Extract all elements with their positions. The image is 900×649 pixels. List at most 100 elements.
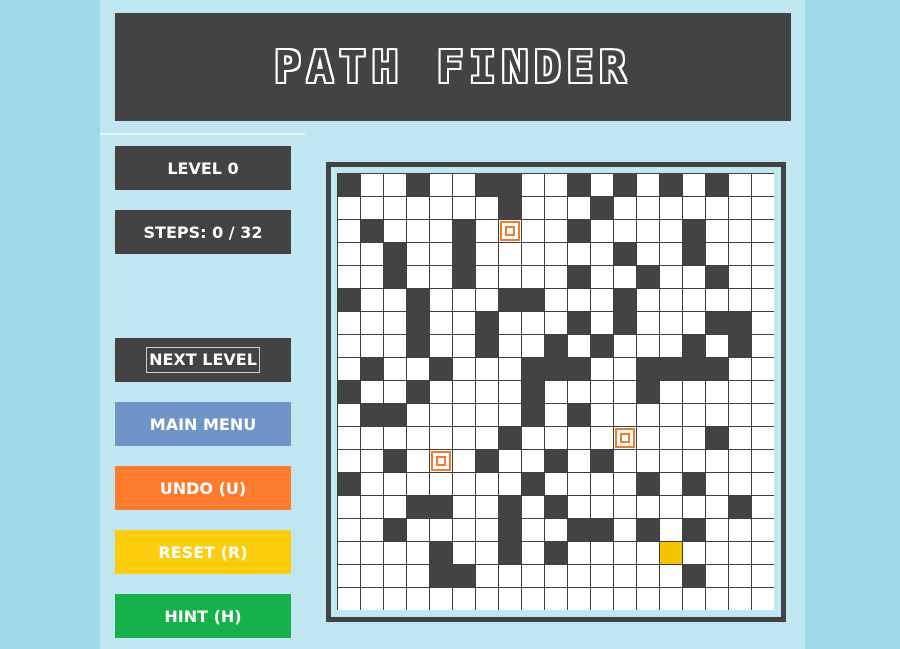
empty-cell[interactable] <box>522 174 544 196</box>
empty-cell[interactable] <box>338 358 360 380</box>
empty-cell[interactable] <box>706 496 728 518</box>
empty-cell[interactable] <box>752 519 774 541</box>
empty-cell[interactable] <box>660 404 682 426</box>
wall-cell[interactable] <box>729 496 751 518</box>
empty-cell[interactable] <box>338 220 360 242</box>
wall-cell[interactable] <box>499 197 521 219</box>
empty-cell[interactable] <box>591 565 613 587</box>
empty-cell[interactable] <box>453 519 475 541</box>
wall-cell[interactable] <box>453 565 475 587</box>
empty-cell[interactable] <box>591 289 613 311</box>
empty-cell[interactable] <box>568 381 590 403</box>
empty-cell[interactable] <box>407 427 429 449</box>
empty-cell[interactable] <box>752 335 774 357</box>
wall-cell[interactable] <box>683 358 705 380</box>
empty-cell[interactable] <box>453 358 475 380</box>
wall-cell[interactable] <box>499 519 521 541</box>
empty-cell[interactable] <box>453 588 475 610</box>
empty-cell[interactable] <box>384 381 406 403</box>
empty-cell[interactable] <box>545 519 567 541</box>
empty-cell[interactable] <box>522 519 544 541</box>
empty-cell[interactable] <box>637 450 659 472</box>
wall-cell[interactable] <box>614 312 636 334</box>
empty-cell[interactable] <box>430 335 452 357</box>
empty-cell[interactable] <box>729 266 751 288</box>
empty-cell[interactable] <box>361 197 383 219</box>
empty-cell[interactable] <box>384 289 406 311</box>
empty-cell[interactable] <box>591 266 613 288</box>
empty-cell[interactable] <box>476 358 498 380</box>
wall-cell[interactable] <box>453 243 475 265</box>
wall-cell[interactable] <box>614 243 636 265</box>
empty-cell[interactable] <box>499 588 521 610</box>
empty-cell[interactable] <box>522 496 544 518</box>
empty-cell[interactable] <box>407 588 429 610</box>
empty-cell[interactable] <box>660 381 682 403</box>
empty-cell[interactable] <box>614 220 636 242</box>
empty-cell[interactable] <box>637 312 659 334</box>
empty-cell[interactable] <box>591 404 613 426</box>
wall-cell[interactable] <box>545 496 567 518</box>
wall-cell[interactable] <box>637 266 659 288</box>
empty-cell[interactable] <box>568 565 590 587</box>
empty-cell[interactable] <box>545 312 567 334</box>
empty-cell[interactable] <box>338 450 360 472</box>
wall-cell[interactable] <box>683 473 705 495</box>
empty-cell[interactable] <box>568 473 590 495</box>
wall-cell[interactable] <box>338 289 360 311</box>
empty-cell[interactable] <box>384 358 406 380</box>
empty-cell[interactable] <box>752 473 774 495</box>
empty-cell[interactable] <box>637 542 659 564</box>
wall-cell[interactable] <box>338 174 360 196</box>
empty-cell[interactable] <box>683 312 705 334</box>
empty-cell[interactable] <box>476 243 498 265</box>
empty-cell[interactable] <box>361 312 383 334</box>
empty-cell[interactable] <box>545 197 567 219</box>
wall-cell[interactable] <box>614 174 636 196</box>
empty-cell[interactable] <box>545 473 567 495</box>
empty-cell[interactable] <box>660 427 682 449</box>
empty-cell[interactable] <box>384 427 406 449</box>
empty-cell[interactable] <box>384 542 406 564</box>
empty-cell[interactable] <box>706 381 728 403</box>
empty-cell[interactable] <box>545 404 567 426</box>
empty-cell[interactable] <box>591 220 613 242</box>
empty-cell[interactable] <box>683 404 705 426</box>
empty-cell[interactable] <box>637 565 659 587</box>
empty-cell[interactable] <box>499 312 521 334</box>
wall-cell[interactable] <box>407 174 429 196</box>
wall-cell[interactable] <box>706 358 728 380</box>
game-grid[interactable] <box>337 173 774 610</box>
hint-button[interactable]: HINT (H) <box>115 594 291 638</box>
empty-cell[interactable] <box>568 197 590 219</box>
empty-cell[interactable] <box>453 427 475 449</box>
empty-cell[interactable] <box>683 427 705 449</box>
empty-cell[interactable] <box>614 335 636 357</box>
wall-cell[interactable] <box>683 243 705 265</box>
empty-cell[interactable] <box>499 335 521 357</box>
empty-cell[interactable] <box>660 197 682 219</box>
empty-cell[interactable] <box>453 289 475 311</box>
empty-cell[interactable] <box>430 312 452 334</box>
wall-cell[interactable] <box>407 335 429 357</box>
wall-cell[interactable] <box>660 358 682 380</box>
empty-cell[interactable] <box>591 381 613 403</box>
wall-cell[interactable] <box>522 289 544 311</box>
wall-cell[interactable] <box>361 220 383 242</box>
empty-cell[interactable] <box>522 197 544 219</box>
empty-cell[interactable] <box>476 542 498 564</box>
empty-cell[interactable] <box>729 289 751 311</box>
empty-cell[interactable] <box>752 289 774 311</box>
wall-cell[interactable] <box>522 381 544 403</box>
empty-cell[interactable] <box>683 496 705 518</box>
wall-cell[interactable] <box>476 174 498 196</box>
empty-cell[interactable] <box>338 266 360 288</box>
empty-cell[interactable] <box>683 450 705 472</box>
empty-cell[interactable] <box>637 220 659 242</box>
empty-cell[interactable] <box>338 496 360 518</box>
empty-cell[interactable] <box>384 335 406 357</box>
empty-cell[interactable] <box>453 312 475 334</box>
empty-cell[interactable] <box>476 427 498 449</box>
empty-cell[interactable] <box>522 243 544 265</box>
wall-cell[interactable] <box>453 266 475 288</box>
